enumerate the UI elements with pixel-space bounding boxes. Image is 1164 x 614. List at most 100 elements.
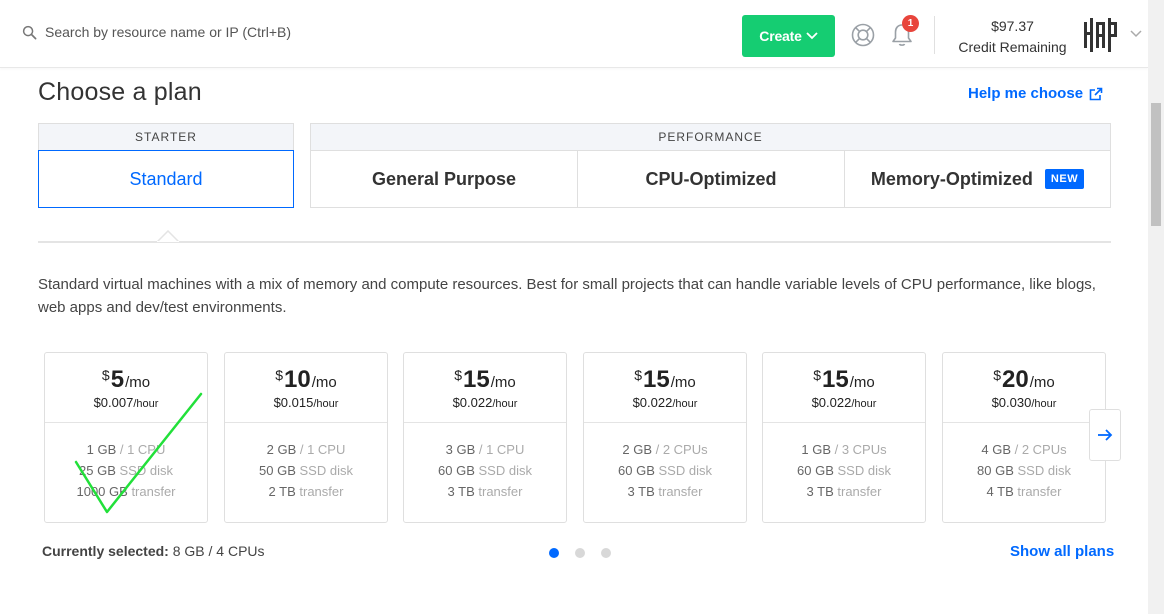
currency-symbol: $ — [634, 367, 643, 383]
plan-spec-cpu: 3 GB / 1 CPU — [445, 442, 525, 457]
help-link-label: Help me choose — [968, 85, 1084, 102]
hourly-unit: /hour — [492, 398, 518, 410]
search-box[interactable] — [22, 24, 365, 40]
plan-spec-disk: 50 GB SSD disk — [225, 460, 387, 481]
create-button[interactable]: Create — [742, 15, 835, 57]
plan-spec-transfer: 3 TB transfer — [763, 481, 925, 502]
plan-spec-disk: 60 GB SSD disk — [404, 460, 566, 481]
plan-card[interactable]: $ 15 /mo $0.022/hour 1 GB / 3 CPUs 60 GB… — [762, 352, 926, 523]
memory-value: 1 GB — [801, 442, 831, 457]
scrollbar[interactable] — [1148, 0, 1164, 614]
page-dot-3[interactable] — [601, 548, 611, 558]
plan-price: $ 20 /mo $0.030/hour — [943, 353, 1105, 423]
per-month: /mo — [490, 374, 516, 391]
plan-monthly-price: $ 15 /mo — [763, 366, 925, 394]
monthly-amount: 15 — [463, 366, 490, 393]
page-dot-2[interactable] — [575, 548, 585, 558]
hourly-amount: $0.015 — [273, 395, 314, 410]
notification-badge: 1 — [902, 15, 919, 32]
credit-display: $97.37 Credit Remaining — [950, 17, 1075, 59]
memory-value: 2 GB — [266, 442, 297, 457]
per-month: /mo — [125, 374, 151, 391]
tab-general-purpose-label: General Purpose — [371, 168, 517, 189]
transfer-value: 3 TB — [627, 484, 655, 499]
transfer-value: 2 TB — [268, 484, 296, 499]
currency-symbol: $ — [813, 367, 822, 383]
plan-hourly-price: $0.015/hour — [225, 395, 387, 410]
monthly-amount: 15 — [822, 366, 849, 393]
page-title: Choose a plan — [38, 78, 202, 106]
currently-selected-value: 8 GB / 4 CPUs — [172, 543, 265, 559]
tab-memory-optimized[interactable]: Memory-Optimized NEW — [844, 150, 1111, 208]
plan-card[interactable]: $ 15 /mo $0.022/hour 2 GB / 2 CPUs 60 GB… — [583, 352, 747, 523]
plan-hourly-price: $0.030/hour — [943, 395, 1105, 410]
plan-hourly-price: $0.022/hour — [584, 395, 746, 410]
transfer-unit: transfer — [1017, 484, 1062, 499]
hourly-unit: /hour — [313, 398, 339, 410]
search-icon — [22, 25, 37, 39]
transfer-unit: transfer — [658, 484, 703, 499]
plan-card[interactable]: $ 15 /mo $0.022/hour 3 GB / 1 CPU 60 GB … — [403, 352, 567, 523]
tab-standard-label: Standard — [129, 168, 203, 189]
currency-symbol: $ — [101, 367, 110, 383]
disk-unit: SSD disk — [1017, 463, 1071, 478]
plan-monthly-price: $ 20 /mo — [943, 366, 1105, 394]
create-button-label: Create — [759, 28, 802, 44]
plan-specs: 3 GB / 1 CPU 60 GB SSD disk 3 TB transfe… — [404, 423, 566, 502]
memory-value: 2 GB — [622, 442, 652, 457]
account-chevron-down-icon[interactable] — [1130, 29, 1142, 39]
plan-card[interactable]: $ 10 /mo $0.015/hour 2 GB / 1 CPU 50 GB … — [224, 352, 388, 523]
new-badge: NEW — [1044, 169, 1085, 189]
tab-cpu-optimized[interactable]: CPU-Optimized — [577, 150, 845, 208]
next-plans-button[interactable] — [1089, 409, 1121, 461]
plan-spec-transfer: 4 TB transfer — [943, 481, 1105, 502]
plan-specs: 2 GB / 1 CPU 50 GB SSD disk 2 TB transfe… — [225, 423, 387, 502]
check-mark-annotation — [74, 392, 203, 514]
tab-general-purpose[interactable]: General Purpose — [310, 150, 578, 208]
plan-monthly-price: $ 15 /mo — [584, 366, 746, 394]
plan-spec-transfer: 2 TB transfer — [225, 481, 387, 502]
external-link-icon — [1089, 87, 1103, 100]
plan-spec-disk: 60 GB SSD disk — [763, 460, 925, 481]
cpu-value: 1 CPU — [486, 442, 525, 457]
hourly-unit: /hour — [672, 398, 698, 410]
plan-spec-disk: 60 GB SSD disk — [584, 460, 746, 481]
show-all-plans-link[interactable]: Show all plans — [1010, 543, 1114, 560]
scroll-thumb[interactable] — [1151, 103, 1161, 226]
currently-selected-label: Currently selected: — [42, 543, 169, 559]
plan-spec-cpu: 1 GB / 3 CPUs — [801, 442, 887, 457]
plan-hourly-price: $0.022/hour — [763, 395, 925, 410]
help-lifebuoy-icon[interactable] — [851, 23, 875, 47]
disk-value: 60 GB — [618, 463, 655, 478]
plan-price: $ 15 /mo $0.022/hour — [584, 353, 746, 423]
memory-value: 3 GB — [445, 442, 476, 457]
hourly-amount: $0.022 — [452, 395, 493, 410]
cpu-value: 3 CPUs — [841, 442, 887, 457]
plan-price: $ 10 /mo $0.015/hour — [225, 353, 387, 423]
tab-standard[interactable]: Standard — [38, 150, 294, 208]
page-dot-1[interactable] — [549, 548, 559, 558]
plan-spec-cpu: 4 GB / 2 CPUs — [981, 442, 1067, 457]
pagination-dots — [549, 548, 611, 558]
plan-monthly-price: $ 15 /mo — [404, 366, 566, 394]
credit-amount: $97.37 — [991, 18, 1034, 34]
transfer-unit: transfer — [299, 484, 344, 499]
disk-unit: SSD disk — [837, 463, 891, 478]
arrow-right-icon — [1098, 429, 1113, 441]
avatar-logo[interactable] — [1080, 16, 1120, 54]
plan-description: Standard virtual machines with a mix of … — [38, 276, 1096, 316]
plan-specs: 1 GB / 3 CPUs 60 GB SSD disk 3 TB transf… — [763, 423, 925, 502]
per-month: /mo — [311, 374, 337, 391]
tab-caret-indicator — [157, 230, 179, 242]
currency-symbol: $ — [454, 367, 463, 383]
currently-selected: Currently selected: 8 GB / 4 CPUs — [42, 543, 265, 559]
disk-value: 60 GB — [438, 463, 475, 478]
chevron-down-icon — [806, 32, 818, 40]
plan-specs: 4 GB / 2 CPUs 80 GB SSD disk 4 TB transf… — [943, 423, 1105, 502]
search-input[interactable] — [45, 24, 365, 40]
monthly-amount: 10 — [284, 366, 311, 393]
help-me-choose-link[interactable]: Help me choose — [968, 85, 1103, 102]
currency-symbol: $ — [275, 367, 284, 383]
plan-card[interactable]: $ 20 /mo $0.030/hour 4 GB / 2 CPUs 80 GB… — [942, 352, 1106, 523]
memory-value: 4 GB — [981, 442, 1011, 457]
